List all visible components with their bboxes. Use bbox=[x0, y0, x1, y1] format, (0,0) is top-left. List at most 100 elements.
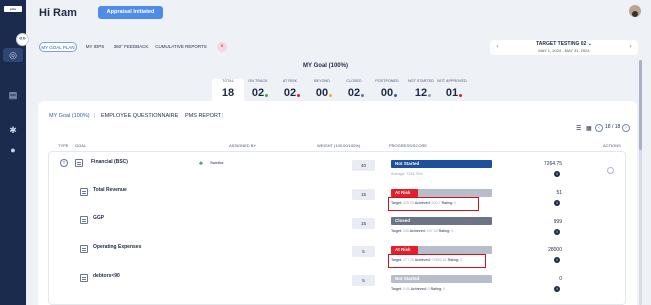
pager-next-button[interactable]: › bbox=[622, 124, 630, 132]
status-label: Not Started bbox=[395, 161, 420, 166]
goal-name[interactable]: GGP bbox=[93, 215, 104, 221]
score-value: 999 bbox=[553, 219, 562, 225]
status-dot bbox=[361, 94, 365, 97]
stat-value-wrap: 00 bbox=[316, 87, 333, 99]
highlight-box bbox=[388, 254, 486, 268]
column-header-actions: ACTIONS bbox=[603, 143, 621, 148]
info-icon[interactable]: i bbox=[554, 286, 560, 292]
tab-my-goal-plan[interactable]: MY GOAL PLAN bbox=[39, 42, 77, 52]
assignee-icon: ♣ bbox=[199, 161, 203, 167]
weight-value: 15 bbox=[352, 189, 375, 200]
list-view-icon[interactable]: ☰ bbox=[576, 125, 581, 132]
tab-separator: | bbox=[177, 113, 179, 119]
meta-value: 0 bbox=[450, 229, 453, 233]
meta-value: 7264.75% bbox=[406, 172, 423, 176]
tab-separator: | bbox=[94, 113, 96, 119]
tab-my-goal[interactable]: MY Goal (100%) bbox=[49, 113, 90, 119]
tab-360-feedback[interactable]: 360° FEEDBACK bbox=[112, 42, 150, 52]
stat-at-risk[interactable]: AT RISK 02 bbox=[274, 79, 306, 101]
goal-name[interactable]: Total Revenue bbox=[93, 187, 127, 193]
stat-value: 12 bbox=[414, 87, 428, 99]
history-icon[interactable] bbox=[607, 167, 614, 174]
goal-name[interactable]: Operating Expenses bbox=[93, 244, 141, 250]
stat-closed[interactable]: CLOSED 02 bbox=[338, 79, 370, 101]
meta-label: Rating: bbox=[437, 229, 451, 233]
status-bar: Not Started bbox=[391, 275, 492, 283]
column-header-assigned-by: ASSIGNED BY bbox=[229, 143, 257, 148]
column-header-type: TYPE bbox=[58, 143, 69, 148]
info-icon[interactable]: i bbox=[554, 257, 560, 263]
meta-value: 0 bbox=[442, 287, 445, 291]
meta-value: 0.00 bbox=[402, 287, 410, 291]
goal-name[interactable]: debtors<90 bbox=[93, 273, 120, 279]
status-label: At Risk bbox=[395, 247, 411, 252]
chevron-right-icon[interactable]: › bbox=[627, 44, 634, 51]
tab-employee-questionnaire[interactable]: EMPLOYEE QUESTIONNAIRE bbox=[101, 113, 178, 119]
meta-label: Target: bbox=[391, 229, 403, 233]
status-label: Closed bbox=[395, 218, 411, 223]
stat-value-wrap: 12 bbox=[414, 87, 432, 99]
pager-prev-button[interactable]: ‹ bbox=[595, 124, 603, 132]
score-value: 28000 bbox=[548, 247, 562, 253]
stat-label: NOT STARTED bbox=[407, 79, 435, 83]
goal-type-icon bbox=[80, 216, 88, 224]
stat-label: NOT APPROVED bbox=[437, 79, 467, 83]
tab-my-idps[interactable]: MY IDPS bbox=[82, 42, 108, 52]
status-bar: Closed bbox=[391, 217, 492, 225]
stat-on-track[interactable]: ON TRACK 02 bbox=[242, 79, 274, 101]
status-dot bbox=[394, 94, 398, 97]
status-label: At Risk bbox=[395, 190, 411, 195]
meta-label: Average: bbox=[391, 172, 407, 176]
info-icon[interactable]: i bbox=[554, 171, 560, 177]
column-header-progress: PROGRESS/SCORE bbox=[389, 143, 428, 148]
goals-table: ˅ Financial (BSC) ♣ Swetha 40 Not Starte… bbox=[48, 151, 626, 305]
weight-value: 5 bbox=[352, 275, 375, 286]
expand-toggle-icon[interactable]: ˅ bbox=[60, 159, 68, 167]
stat-label: TOTAL bbox=[222, 79, 234, 83]
tab-cumulative-reports[interactable]: CUMULATIVE REPORTS bbox=[155, 42, 207, 52]
period-dates: MAY 1, 2024 - MAY 31, 2024 bbox=[538, 48, 590, 53]
close-icon[interactable]: × bbox=[217, 42, 227, 52]
sidebar-toggle-button[interactable]: «» bbox=[16, 33, 29, 46]
period-title[interactable]: TARGET TESTING 02 ⌄ bbox=[490, 41, 638, 47]
stat-value-wrap: 01 bbox=[445, 87, 463, 99]
stat-label: BEYOND bbox=[314, 79, 330, 83]
grid-view-icon[interactable]: ▦ bbox=[586, 125, 592, 132]
status-dot bbox=[329, 94, 333, 97]
avatar[interactable] bbox=[629, 5, 641, 17]
goal-name[interactable]: Financial (BSC) bbox=[91, 159, 128, 165]
stat-postponed[interactable]: POSTPONED 00 bbox=[371, 79, 403, 101]
settings-icon[interactable]: ✱ bbox=[8, 125, 18, 135]
stat-beyond[interactable]: BEYOND 00 bbox=[306, 79, 338, 101]
score-value: 51 bbox=[556, 190, 562, 196]
info-icon[interactable]: i bbox=[554, 229, 560, 235]
stat-label: CLOSED bbox=[346, 79, 362, 83]
status-label: Not Started bbox=[395, 276, 420, 281]
period-selector[interactable]: ‹ TARGET TESTING 02 ⌄ MAY 1, 2024 - MAY … bbox=[490, 40, 638, 55]
progress-meta: Average: 7264.75% bbox=[391, 172, 423, 176]
stat-value: 01 bbox=[445, 87, 459, 99]
progress-meta: Target: 0.00 Achieved: 0 Rating: 0 bbox=[391, 287, 445, 291]
target-icon[interactable]: ◎ bbox=[8, 50, 18, 60]
stat-total[interactable]: TOTAL 18 bbox=[212, 79, 244, 101]
appraisal-initiated-button[interactable]: Appraisal Initiated bbox=[98, 6, 163, 19]
weight-value: 40 bbox=[352, 160, 375, 171]
stat-value: 00 bbox=[380, 87, 394, 99]
goal-type-icon bbox=[80, 245, 88, 253]
scrollbar-thumb[interactable] bbox=[639, 60, 642, 150]
user-icon[interactable]: ● bbox=[8, 145, 18, 155]
column-header-weight: WEIGHT (100.00/100%) bbox=[317, 143, 361, 148]
pager-label: 18 / 18 bbox=[605, 124, 621, 130]
scrollbar[interactable] bbox=[639, 60, 642, 305]
tab-pms-report[interactable]: PMS REPORT bbox=[185, 113, 221, 119]
stat-value: 02 bbox=[283, 87, 297, 99]
info-icon[interactable]: i bbox=[554, 200, 560, 206]
stat-not-started[interactable]: NOT STARTED 12 bbox=[405, 79, 437, 101]
stat-not-approved[interactable]: NOT APPROVED 01 bbox=[436, 79, 468, 101]
meta-label: Rating: bbox=[429, 287, 443, 291]
score-value: 7264.75 bbox=[543, 161, 562, 167]
stat-value-wrap: 02 bbox=[283, 87, 301, 99]
document-icon[interactable]: ▤ bbox=[8, 90, 18, 100]
stat-label: ON TRACK bbox=[248, 79, 268, 83]
progress-meta: Target: 245 Achieved: 247.33 Rating: 0 bbox=[391, 229, 453, 233]
